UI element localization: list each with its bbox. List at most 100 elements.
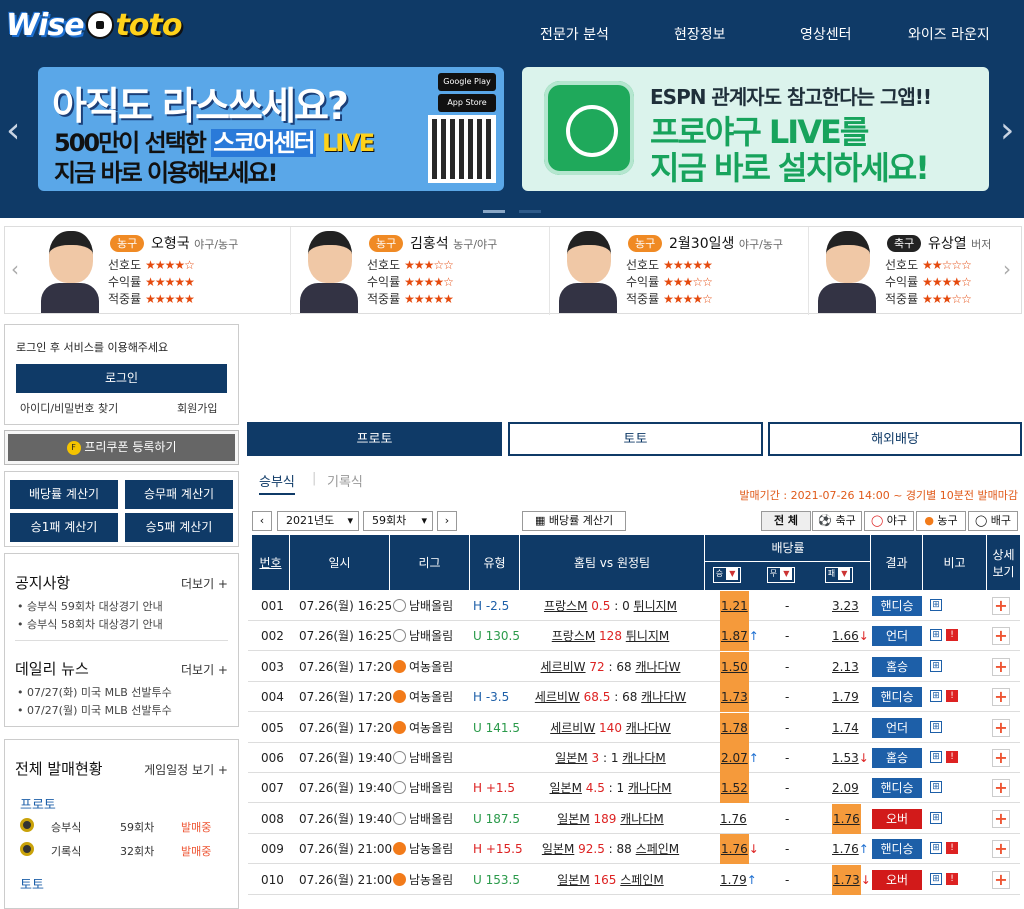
game-schedule-link[interactable]: 게임일정 보기 + [144, 761, 228, 778]
sort-draw[interactable]: 무 ▼ [767, 567, 795, 583]
odds-win[interactable]: 1.21 [720, 591, 749, 621]
subtab-win-lose[interactable]: 승부식 [259, 471, 295, 495]
detail-plus-icon[interactable]: + [992, 779, 1010, 798]
info-icon[interactable]: ⊞ [930, 659, 942, 672]
sort-lose[interactable]: 패 ▼ [825, 567, 853, 583]
notice-item[interactable]: • 승부식 59회차 대상경기 안내 [17, 598, 163, 614]
daily-news-item[interactable]: • 07/27(화) 미국 MLB 선발투수 [17, 684, 172, 700]
expert-card[interactable]: 축구 유상열 버저 선호도 ★★☆☆☆ 수익률 ★★★★☆ 적중률 ★★★☆☆ [810, 227, 1024, 315]
detail-plus-icon[interactable]: + [992, 597, 1010, 615]
odds-lose[interactable]: 2.09 [832, 773, 859, 803]
alert-icon[interactable]: ! [946, 872, 958, 885]
odds-win[interactable]: 1.78 [720, 712, 749, 743]
baseball-live-banner[interactable]: ESPN 관계자도 참고한다는 그앱!! 프로야구 LIVE를 지금 바로 설치… [522, 67, 989, 191]
expert-card[interactable]: 농구 오형국 야구/농구 선호도 ★★★★☆ 수익률 ★★★★★ 적중률 ★★★★★ [33, 227, 291, 315]
odds-calculator-button[interactable]: 배당률 계산기 [10, 480, 118, 509]
odds-lose[interactable]: 1.76 [832, 803, 861, 834]
expert-name[interactable]: 김홍석 농구/야구 [410, 233, 497, 253]
wdl-calculator-button[interactable]: 승무패 계산기 [125, 480, 233, 509]
alert-icon[interactable]: ! [946, 629, 958, 642]
row-match[interactable]: 일본M 92.5 : 88 스페인M [518, 834, 703, 864]
nav-expert-analysis[interactable]: 전문가 분석 [540, 24, 609, 44]
w5l-calculator-button[interactable]: 승5패 계산기 [125, 513, 233, 542]
alert-icon[interactable]: ! [946, 842, 958, 855]
find-account-link[interactable]: 아이디/비밀번호 찾기 [20, 400, 118, 416]
info-icon[interactable]: ⊞ [930, 811, 942, 824]
filter-soccer[interactable]: ⚽ 축구 [812, 511, 862, 531]
prev-round-icon[interactable]: ‹ [252, 511, 272, 531]
tab-toto[interactable]: 토토 [508, 422, 763, 456]
odds-lose[interactable]: 1.53↓ [832, 743, 869, 773]
next-round-icon[interactable]: › [437, 511, 457, 531]
info-icon[interactable]: ⊞ [930, 781, 942, 794]
google-play-badge[interactable]: Google Play [438, 73, 496, 91]
expert-card[interactable]: 농구 2월30일생 야구/농구 선호도 ★★★★★ 수익률 ★★★☆☆ 적중률 ★★★★☆ [551, 227, 809, 315]
filter-baseball[interactable]: ◯ 야구 [864, 511, 914, 531]
banner-next-arrow-icon[interactable]: › [1000, 110, 1014, 151]
free-coupon-button[interactable]: F 프리쿠폰 등록하기 [4, 430, 239, 465]
nav-wise-lounge[interactable]: 와이즈 라운지 [908, 24, 990, 44]
site-logo[interactable]: Wise toto [6, 8, 182, 43]
odds-lose[interactable]: 1.66↓ [832, 621, 869, 651]
detail-plus-icon[interactable]: + [992, 657, 1010, 676]
odds-win[interactable]: 1.79↑ [720, 865, 757, 895]
info-icon[interactable]: ⊞ [930, 599, 942, 611]
row-match[interactable]: 일본M 3 : 1 캐나다M [518, 743, 703, 773]
info-icon[interactable]: ⊞ [930, 720, 942, 733]
detail-plus-icon[interactable]: + [992, 627, 1010, 646]
odds-win[interactable]: 2.07↑ [720, 743, 759, 773]
row-match[interactable]: 일본M 165 스페인M [518, 865, 703, 895]
odds-lose[interactable]: 3.23 [832, 591, 859, 621]
row-match[interactable]: 일본M 189 캐나다M [518, 804, 703, 834]
detail-plus-icon[interactable]: + [992, 749, 1010, 767]
odds-lose[interactable]: 1.76↑ [832, 834, 869, 864]
filter-all[interactable]: 전 체 [761, 511, 811, 531]
tab-proto[interactable]: 프로토 [247, 422, 502, 456]
info-icon[interactable]: ⊞ [930, 751, 942, 763]
row-match[interactable]: 세르비W 140 캐나다W [518, 713, 703, 743]
odds-win[interactable]: 1.73 [720, 682, 749, 713]
row-match[interactable]: 세르비W 72 : 68 캐나다W [518, 652, 703, 682]
row-match[interactable]: 세르비W 68.5 : 68 캐나다W [518, 682, 703, 712]
expert-prev-icon[interactable]: ‹ [11, 257, 19, 281]
detail-plus-icon[interactable]: + [992, 840, 1010, 859]
notice-more-link[interactable]: 더보기 + [181, 575, 228, 592]
row-match[interactable]: 프랑스M 128 튀니지M [518, 621, 703, 651]
expert-name[interactable]: 오형국 야구/농구 [151, 233, 238, 253]
alert-icon[interactable]: ! [946, 751, 958, 763]
row-match[interactable]: 프랑스M 0.5 : 0 튀니지M [518, 591, 703, 621]
alert-icon[interactable]: ! [946, 690, 958, 703]
info-icon[interactable]: ⊞ [930, 690, 942, 703]
odds-win[interactable]: 1.50 [720, 651, 749, 682]
info-icon[interactable]: ⊞ [930, 842, 942, 855]
sales-game-name[interactable]: 기록식 [51, 843, 81, 859]
detail-plus-icon[interactable]: + [992, 688, 1010, 707]
detail-plus-icon[interactable]: + [992, 870, 1010, 889]
info-icon[interactable]: ⊞ [930, 872, 942, 885]
detail-plus-icon[interactable]: + [992, 809, 1010, 828]
banner-pagination[interactable] [483, 202, 555, 216]
year-select[interactable]: 2021년도 ▾ [277, 511, 359, 531]
signup-link[interactable]: 회원가입 [177, 400, 217, 416]
odds-lose[interactable]: 1.73↓ [832, 864, 871, 895]
sales-game-name[interactable]: 승부식 [51, 819, 81, 835]
daily-more-link[interactable]: 더보기 + [181, 661, 228, 678]
detail-plus-icon[interactable]: + [992, 718, 1010, 737]
odds-win[interactable]: 1.76 [720, 804, 747, 834]
odds-win[interactable]: 1.52 [720, 773, 749, 804]
scorecenter-banner[interactable]: 아직도 라스쓰세요? 500만이 선택한 스코어센터 LIVE 지금 바로 이용… [38, 67, 504, 191]
expert-name[interactable]: 2월30일생 야구/농구 [669, 233, 783, 253]
w1l-calculator-button[interactable]: 승1패 계산기 [10, 513, 118, 542]
banner-prev-arrow-icon[interactable]: ‹ [6, 110, 20, 151]
row-match[interactable]: 일본M 4.5 : 1 캐나다M [518, 773, 703, 803]
daily-news-item[interactable]: • 07/27(월) 미국 MLB 선발투수 [17, 702, 172, 718]
login-button[interactable]: 로그인 [16, 364, 227, 393]
odds-lose[interactable]: 1.74 [832, 713, 859, 743]
odds-win[interactable]: 1.76↓ [720, 834, 759, 865]
expert-name[interactable]: 유상열 버저 [928, 233, 991, 253]
col-number[interactable]: 번호 [252, 535, 290, 590]
expert-card[interactable]: 농구 김홍석 농구/야구 선호도 ★★★☆☆ 수익률 ★★★★☆ 적중률 ★★★★★ [292, 227, 550, 315]
odds-lose[interactable]: 1.79 [832, 682, 859, 712]
app-store-badge[interactable]: App Store [438, 94, 496, 112]
odds-calc-button[interactable]: ▦ 배당률 계산기 [522, 511, 626, 531]
